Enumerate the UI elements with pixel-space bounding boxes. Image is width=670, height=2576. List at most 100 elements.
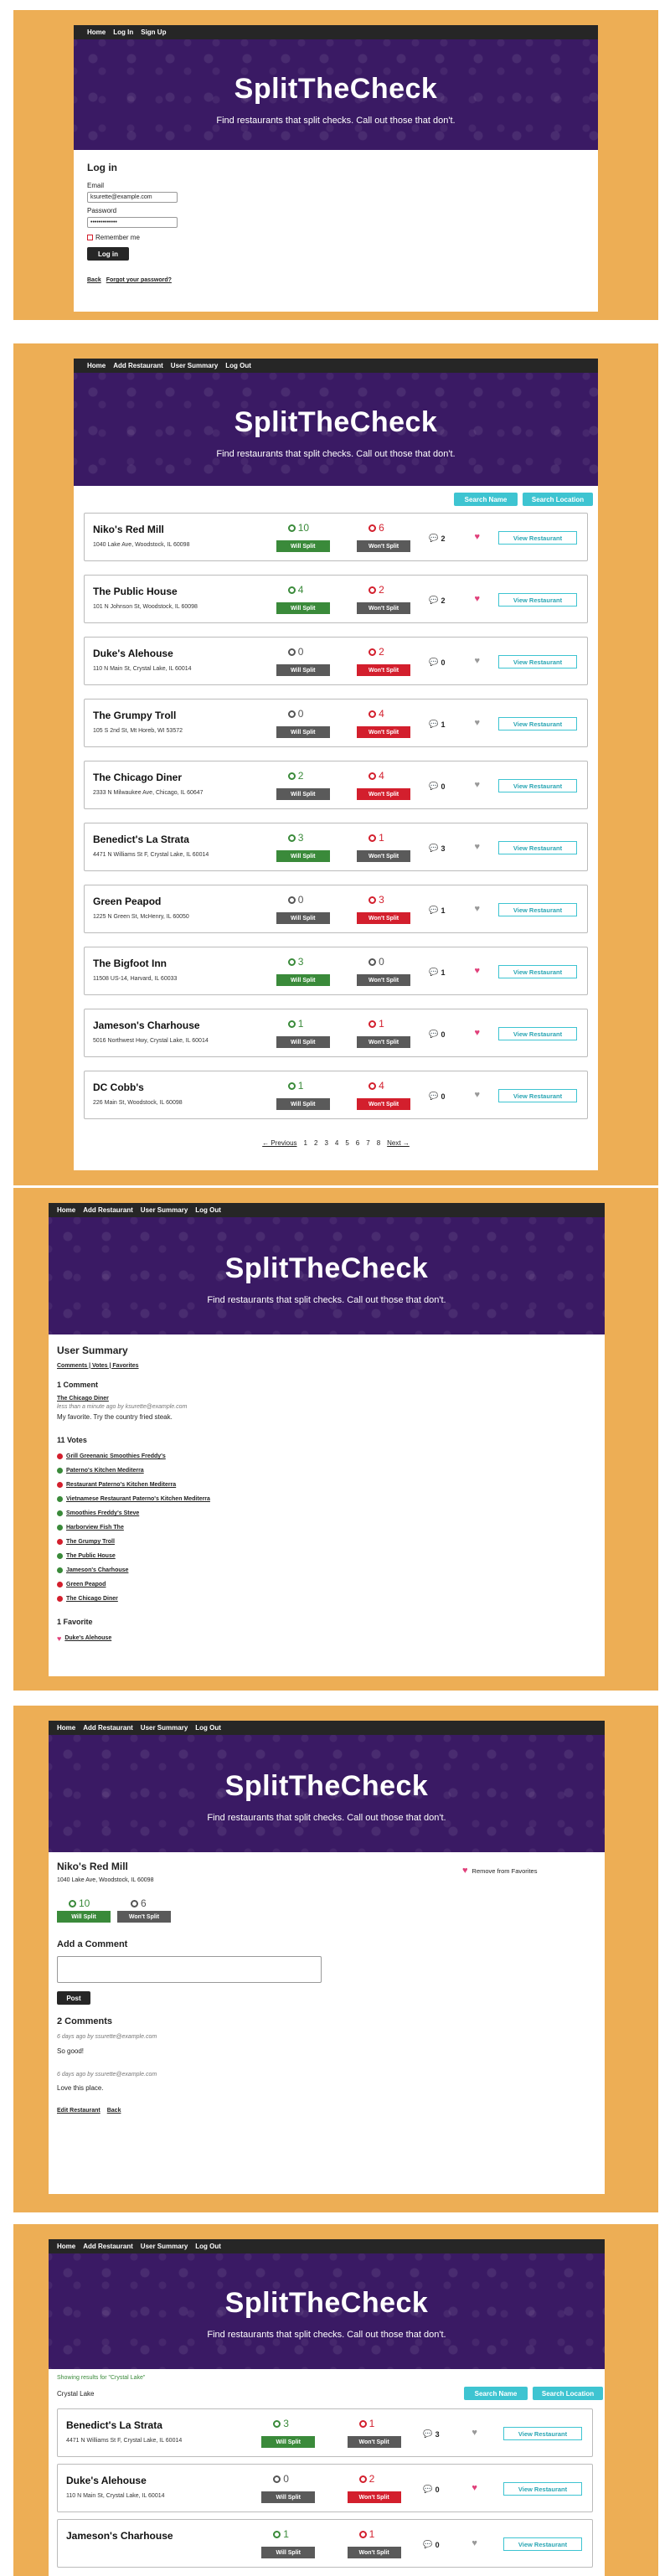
vote-restaurant-link[interactable]: Smoothies Freddy's Steve [66,1510,139,1516]
post-button[interactable]: Post [57,1991,90,2005]
vote-restaurant-link[interactable]: Grill Greenanic Smoothies Freddy's [66,1453,166,1459]
view-restaurant-button[interactable]: View Restaurant [498,531,577,545]
wont-split-button[interactable]: Won't Split [357,602,411,614]
page-link[interactable]: 8 [377,1139,380,1147]
login-button[interactable]: Log in [87,247,129,261]
nav-logout[interactable]: Log Out [195,1724,221,1732]
view-restaurant-button[interactable]: View Restaurant [498,717,577,730]
wont-split-button[interactable]: Won't Split [357,664,411,676]
page-link[interactable]: ← Previous [262,1139,296,1147]
nav-home[interactable]: Home [87,28,106,36]
will-split-button[interactable]: Will Split [276,850,330,862]
remember-checkbox[interactable] [87,235,93,240]
vote-restaurant-link[interactable]: The Public House [66,1553,116,1559]
wont-split-button[interactable]: Won't Split [117,1911,171,1923]
nav-add-restaurant[interactable]: Add Restaurant [113,362,163,369]
favorite-link[interactable]: Duke's Alehouse [64,1635,111,1641]
will-split-button[interactable]: Will Split [57,1911,111,1923]
will-split-button[interactable]: Will Split [276,664,330,676]
favorite-heart-icon[interactable]: ♥ [475,904,481,914]
will-split-button[interactable]: Will Split [261,2547,316,2558]
wont-split-button[interactable]: Won't Split [357,850,411,862]
favorite-heart-icon[interactable]: ♥ [475,718,481,728]
favorite-heart-icon[interactable]: ♥ [475,966,481,976]
favorite-heart-icon[interactable]: ♥ [475,656,481,666]
will-split-button[interactable]: Will Split [276,726,330,738]
page-link[interactable]: 7 [366,1139,369,1147]
will-split-button[interactable]: Will Split [276,1036,330,1048]
page-link[interactable]: 5 [345,1139,348,1147]
nav-add-restaurant[interactable]: Add Restaurant [83,1206,133,1214]
password-field[interactable]: ••••••••••••• [87,217,178,228]
page-link[interactable]: 1 [304,1139,307,1147]
view-restaurant-button[interactable]: View Restaurant [498,593,577,607]
will-split-button[interactable]: Will Split [261,2436,316,2448]
wont-split-button[interactable]: Won't Split [347,2547,401,2558]
nav-user-summary[interactable]: User Summary [141,2243,188,2250]
nav-user-summary[interactable]: User Summary [141,1724,188,1732]
view-restaurant-button[interactable]: View Restaurant [503,2537,582,2551]
view-restaurant-button[interactable]: View Restaurant [498,1027,577,1040]
vote-restaurant-link[interactable]: The Grumpy Troll [66,1539,115,1545]
wont-split-button[interactable]: Won't Split [357,1036,411,1048]
view-restaurant-button[interactable]: View Restaurant [498,903,577,916]
search-input[interactable]: Crystal Lake [57,2390,94,2398]
comment-textarea[interactable] [57,1956,322,1983]
wont-split-button[interactable]: Won't Split [357,788,411,800]
vote-restaurant-link[interactable]: Green Peapod [66,1582,106,1587]
nav-home[interactable]: Home [57,2243,75,2250]
favorite-heart-icon[interactable]: ♥ [472,2538,477,2548]
wont-split-button[interactable]: Won't Split [357,912,411,924]
nav-signup[interactable]: Sign Up [141,28,166,36]
comment-restaurant-link[interactable]: The Chicago Diner [57,1396,596,1402]
view-restaurant-button[interactable]: View Restaurant [498,841,577,854]
nav-add-restaurant[interactable]: Add Restaurant [83,2243,133,2250]
will-split-button[interactable]: Will Split [261,2491,316,2503]
favorite-heart-icon[interactable]: ♥ [475,532,481,542]
view-restaurant-button[interactable]: View Restaurant [498,779,577,792]
nav-logout[interactable]: Log Out [195,2243,221,2250]
will-split-button[interactable]: Will Split [276,1098,330,1110]
will-split-button[interactable]: Will Split [276,602,330,614]
wont-split-button[interactable]: Won't Split [357,1098,411,1110]
page-link[interactable]: 2 [314,1139,317,1147]
wont-split-button[interactable]: Won't Split [347,2491,401,2503]
favorite-heart-icon[interactable]: ♥ [475,594,481,604]
search-name-button[interactable]: Search Name [464,2387,528,2400]
favorite-heart-icon[interactable]: ♥ [475,842,481,852]
view-restaurant-button[interactable]: View Restaurant [498,965,577,978]
favorite-heart-icon[interactable]: ♥ [475,780,481,790]
summary-tabs[interactable]: Comments | Votes | Favorites [57,1363,596,1369]
nav-home[interactable]: Home [87,362,106,369]
favorite-heart-icon[interactable]: ♥ [472,2483,477,2493]
vote-restaurant-link[interactable]: Harborview Fish The [66,1525,124,1531]
nav-logout[interactable]: Log Out [225,362,251,369]
vote-restaurant-link[interactable]: Jameson's Charhouse [66,1567,128,1573]
page-link[interactable]: Next → [387,1139,410,1147]
favorite-heart-icon[interactable]: ♥ [475,1090,481,1100]
view-restaurant-button[interactable]: View Restaurant [503,2427,582,2440]
search-location-button[interactable]: Search Location [523,493,593,506]
page-link[interactable]: 3 [324,1139,327,1147]
nav-home[interactable]: Home [57,1724,75,1732]
nav-login[interactable]: Log In [113,28,133,36]
view-restaurant-button[interactable]: View Restaurant [498,655,577,669]
page-link[interactable]: 6 [356,1139,359,1147]
nav-add-restaurant[interactable]: Add Restaurant [83,1724,133,1732]
will-split-button[interactable]: Will Split [276,788,330,800]
nav-user-summary[interactable]: User Summary [141,1206,188,1214]
back-link[interactable]: Back [87,277,101,283]
will-split-button[interactable]: Will Split [276,974,330,986]
wont-split-button[interactable]: Won't Split [357,974,411,986]
nav-home[interactable]: Home [57,1206,75,1214]
wont-split-button[interactable]: Won't Split [357,540,411,552]
vote-restaurant-link[interactable]: Vietnamese Restaurant Paterno's Kitchen … [66,1496,210,1502]
nav-logout[interactable]: Log Out [195,1206,221,1214]
email-field[interactable]: ksurette@example.com [87,192,178,203]
favorite-heart-icon[interactable]: ♥ [472,2428,477,2438]
vote-restaurant-link[interactable]: Restaurant Paterno's Kitchen Mediterra [66,1482,176,1488]
search-name-button[interactable]: Search Name [454,493,518,506]
vote-restaurant-link[interactable]: The Chicago Diner [66,1596,118,1602]
view-restaurant-button[interactable]: View Restaurant [503,2482,582,2496]
page-link[interactable]: 4 [335,1139,338,1147]
